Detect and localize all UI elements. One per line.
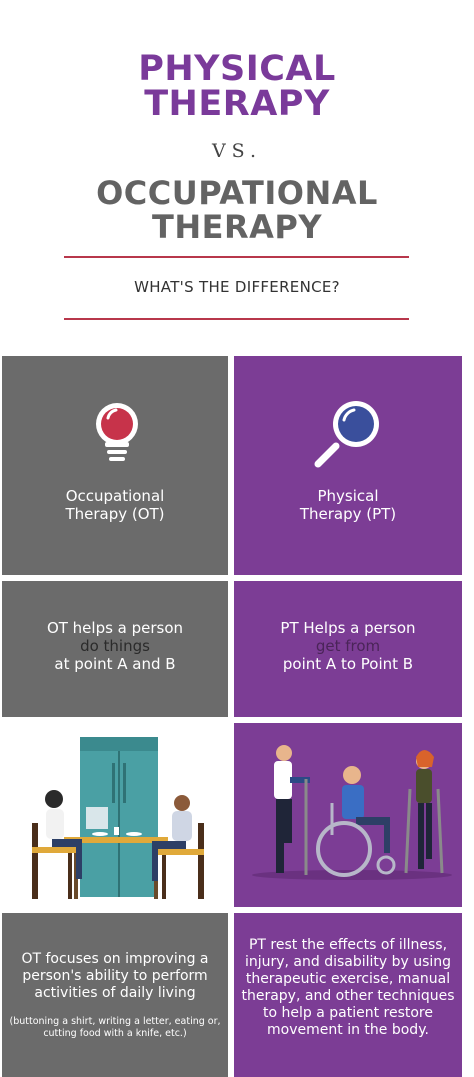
pt-def-line-3: point A to Point B xyxy=(282,655,414,673)
ot-definition-panel: OT helps a person do things at point A a… xyxy=(2,581,228,717)
pt-def-line-2: get from xyxy=(315,637,381,655)
dining-table-illustration xyxy=(32,737,204,899)
pt-name-line-2: Therapy (PT) xyxy=(299,505,397,523)
vs-label: VS. xyxy=(211,140,263,162)
pt-illustration-panel xyxy=(234,723,462,907)
pt-definition: PT Helps a person get from point A to Po… xyxy=(234,619,462,673)
ot-def-line-3: at point A and B xyxy=(54,655,176,673)
title-occupational-therapy: OCCUPATIONAL THERAPY xyxy=(0,176,474,244)
ot-name-line-1: Occupational xyxy=(65,487,165,505)
pt-focus-panel: PT rest the effects of illness, injury, … xyxy=(234,913,462,1077)
divider-top xyxy=(64,256,409,258)
ot-name-line-2: Therapy (OT) xyxy=(65,505,165,523)
rehabilitation-illustration xyxy=(252,745,452,880)
pt-focus: PT rest the effects of illness, injury, … xyxy=(241,937,455,1038)
ot-def-line-1: OT helps a person xyxy=(46,619,184,637)
difference-question: WHAT'S THE DIFFERENCE? xyxy=(134,278,340,296)
title-line-1: PHYSICAL xyxy=(138,49,336,89)
ot-name: Occupational Therapy (OT) xyxy=(2,487,228,523)
divider-bottom xyxy=(64,318,409,320)
pt-def-line-1: PT Helps a person xyxy=(280,619,416,637)
ot-def-line-2: do things xyxy=(80,637,150,655)
pt-name: Physical Therapy (PT) xyxy=(234,487,462,523)
lightbulb-icon xyxy=(96,403,138,461)
ot-definition: OT helps a person do things at point A a… xyxy=(2,619,228,673)
pt-name-panel: Physical Therapy (PT) xyxy=(234,356,462,575)
ot-focus: OT focuses on improving a person's abili… xyxy=(8,951,222,1040)
subtitle-line-2: THERAPY xyxy=(152,208,322,246)
pt-definition-panel: PT Helps a person get from point A to Po… xyxy=(234,581,462,717)
pt-name-line-1: Physical xyxy=(317,487,379,505)
title-line-2: THERAPY xyxy=(144,84,330,124)
title-physical-therapy: PHYSICAL THERAPY xyxy=(0,52,474,122)
ot-illustration-panel xyxy=(2,723,228,907)
subtitle-line-1: OCCUPATIONAL xyxy=(96,174,378,212)
ot-name-panel: Occupational Therapy (OT) xyxy=(2,356,228,575)
magnifying-glass-icon xyxy=(314,401,379,468)
ot-focus-panel: OT focuses on improving a person's abili… xyxy=(2,913,228,1077)
ot-examples: (buttoning a shirt, writing a letter, ea… xyxy=(9,1016,221,1039)
ot-focus-text: OT focuses on improving a person's abili… xyxy=(21,951,209,1001)
